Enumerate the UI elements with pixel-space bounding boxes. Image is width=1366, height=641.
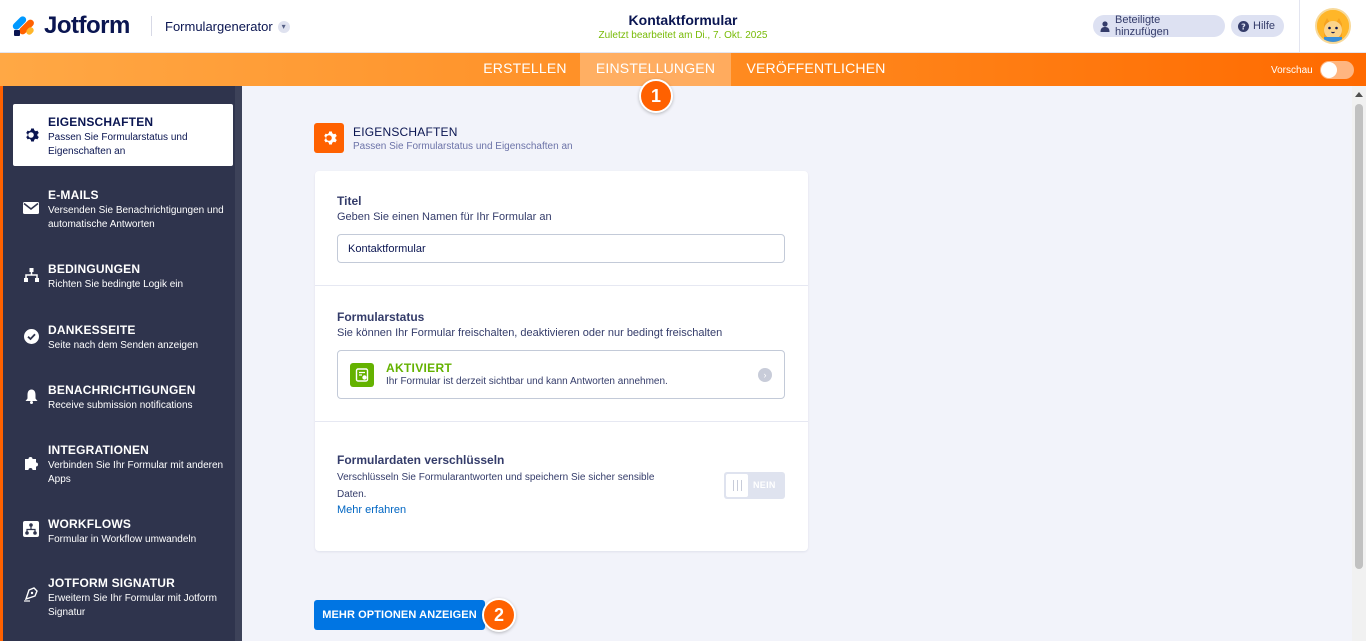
title-desc: Geben Sie einen Namen für Ihr Formular a… (337, 211, 552, 223)
sidebar-item-desc: Versenden Sie Benachrichtigungen und aut… (48, 205, 224, 230)
scrollbar-thumb[interactable] (1355, 104, 1363, 569)
sidebar-item-title: JOTFORM SIGNATUR (48, 576, 175, 590)
gear-icon (314, 123, 344, 153)
bell-icon (22, 387, 40, 405)
workflow-icon (22, 520, 40, 538)
sidebar-item-thankyou[interactable]: DANKESSEITE Seite nach dem Senden anzeig… (13, 312, 233, 362)
form-enabled-icon (350, 363, 374, 387)
sidebar-item-conditions[interactable]: BEDINGUNGEN Richten Sie bedingte Logik e… (13, 251, 233, 301)
sidebar-item-title: DANKESSEITE (48, 323, 136, 337)
sidebar-item-desc: Seite nach dem Senden anzeigen (48, 340, 199, 351)
sidebar-item-title: BENACHRICHTIGUNGEN (48, 383, 196, 397)
svg-text:?: ? (1241, 22, 1246, 31)
cat-avatar-icon (1317, 10, 1349, 42)
sidebar-item-title: EIGENSCHAFTEN (48, 115, 154, 129)
encrypt-toggle-label: NEIN (753, 480, 776, 490)
encrypt-label: Formulardaten verschlüsseln (337, 453, 505, 467)
status-value: AKTIVIERT (386, 361, 453, 375)
properties-card: Titel Geben Sie einen Namen für Ihr Form… (315, 171, 808, 551)
sidebar-item-title: BEDINGUNGEN (48, 262, 141, 276)
help-label: Hilfe (1253, 20, 1276, 32)
builder-nav-bar: ERSTELLEN EINSTELLUNGEN VERÖFFENTLICHEN … (0, 53, 1366, 86)
sidebar-item-emails[interactable]: E-MAILS Versenden Sie Benachrichtigungen… (13, 177, 233, 237)
encrypt-toggle[interactable]: NEIN (724, 472, 785, 499)
sitemap-icon (22, 266, 40, 284)
status-desc: Sie können Ihr Formular freischalten, de… (337, 327, 723, 339)
sidebar-item-signature[interactable]: JOTFORM SIGNATUR Erweitern Sie Ihr Formu… (13, 565, 233, 627)
step-badge-2: 2 (482, 598, 516, 632)
chevron-right-icon: › (758, 368, 772, 382)
sidebar-item-desc: Formular in Workflow umwandeln (48, 534, 197, 545)
tab-create[interactable]: ERSTELLEN (471, 53, 579, 86)
sidebar-item-title: E-MAILS (48, 188, 99, 202)
question-circle-icon: ? (1237, 20, 1249, 32)
add-participants-label: Beteiligte hinzufügen (1114, 14, 1169, 38)
encrypt-desc: Verschlüsseln Sie Formularantworten und … (337, 472, 655, 500)
sidebar-item-properties[interactable]: EIGENSCHAFTEN Passen Sie Formularstatus … (13, 104, 233, 166)
main-scrollbar[interactable] (1352, 86, 1366, 641)
show-more-options-button[interactable]: MEHR OPTIONEN ANZEIGEN (314, 600, 485, 630)
help-button[interactable]: ? Hilfe (1231, 15, 1284, 37)
form-status-selector[interactable]: AKTIVIERT Ihr Formular ist derzeit sicht… (337, 350, 785, 399)
sidebar-item-desc: Passen Sie Formularstatus und Eigenschaf… (48, 132, 188, 157)
sidebar-item-integrations[interactable]: INTEGRATIONEN Verbinden Sie Ihr Formular… (13, 432, 233, 494)
settings-sidebar: EIGENSCHAFTEN Passen Sie Formularstatus … (0, 86, 242, 641)
add-participants-button[interactable]: Beteiligte hinzufügen (1093, 14, 1225, 38)
sidebar-item-notifications[interactable]: BENACHRICHTIGUNGEN Receive submission no… (13, 372, 233, 422)
puzzle-icon (22, 454, 40, 472)
toggle-knob (726, 474, 748, 497)
pen-icon (22, 585, 40, 603)
gear-icon (22, 126, 40, 144)
sidebar-item-title: INTEGRATIONEN (48, 443, 150, 457)
sidebar-item-desc: Richten Sie bedingte Logik ein (48, 279, 184, 290)
status-label: Formularstatus (337, 310, 425, 324)
sidebar-item-desc: Receive submission notifications (48, 400, 193, 411)
learn-more-link[interactable]: Mehr erfahren (337, 504, 406, 516)
card-divider (315, 421, 808, 422)
preview-toggle[interactable] (1320, 61, 1354, 79)
check-circle-icon (22, 327, 40, 345)
status-value-desc: Ihr Formular ist derzeit sichtbar und ka… (386, 376, 668, 387)
envelope-icon (22, 199, 40, 217)
header-divider (1299, 0, 1300, 53)
section-title: EIGENSCHAFTEN (353, 125, 458, 139)
form-title-input[interactable] (337, 234, 785, 263)
scroll-up-arrow-icon[interactable] (1355, 92, 1363, 97)
preview-label: Vorschau (1271, 65, 1313, 76)
user-icon (1099, 20, 1111, 32)
sidebar-item-desc: Erweitern Sie Ihr Formular mit Jotform S… (48, 593, 217, 618)
avatar[interactable] (1315, 8, 1351, 44)
sidebar-item-title: WORKFLOWS (48, 517, 132, 531)
tab-publish[interactable]: VERÖFFENTLICHEN (731, 53, 901, 86)
sidebar-item-workflows[interactable]: WORKFLOWS Formular in Workflow umwandeln (13, 506, 233, 556)
section-desc: Passen Sie Formularstatus und Eigenschaf… (353, 141, 573, 152)
top-header: Jotform Formulargenerator ▾ Kontaktformu… (0, 0, 1366, 53)
sidebar-item-desc: Verbinden Sie Ihr Formular mit anderen A… (48, 460, 224, 485)
title-label: Titel (337, 194, 362, 208)
card-divider (315, 285, 808, 286)
